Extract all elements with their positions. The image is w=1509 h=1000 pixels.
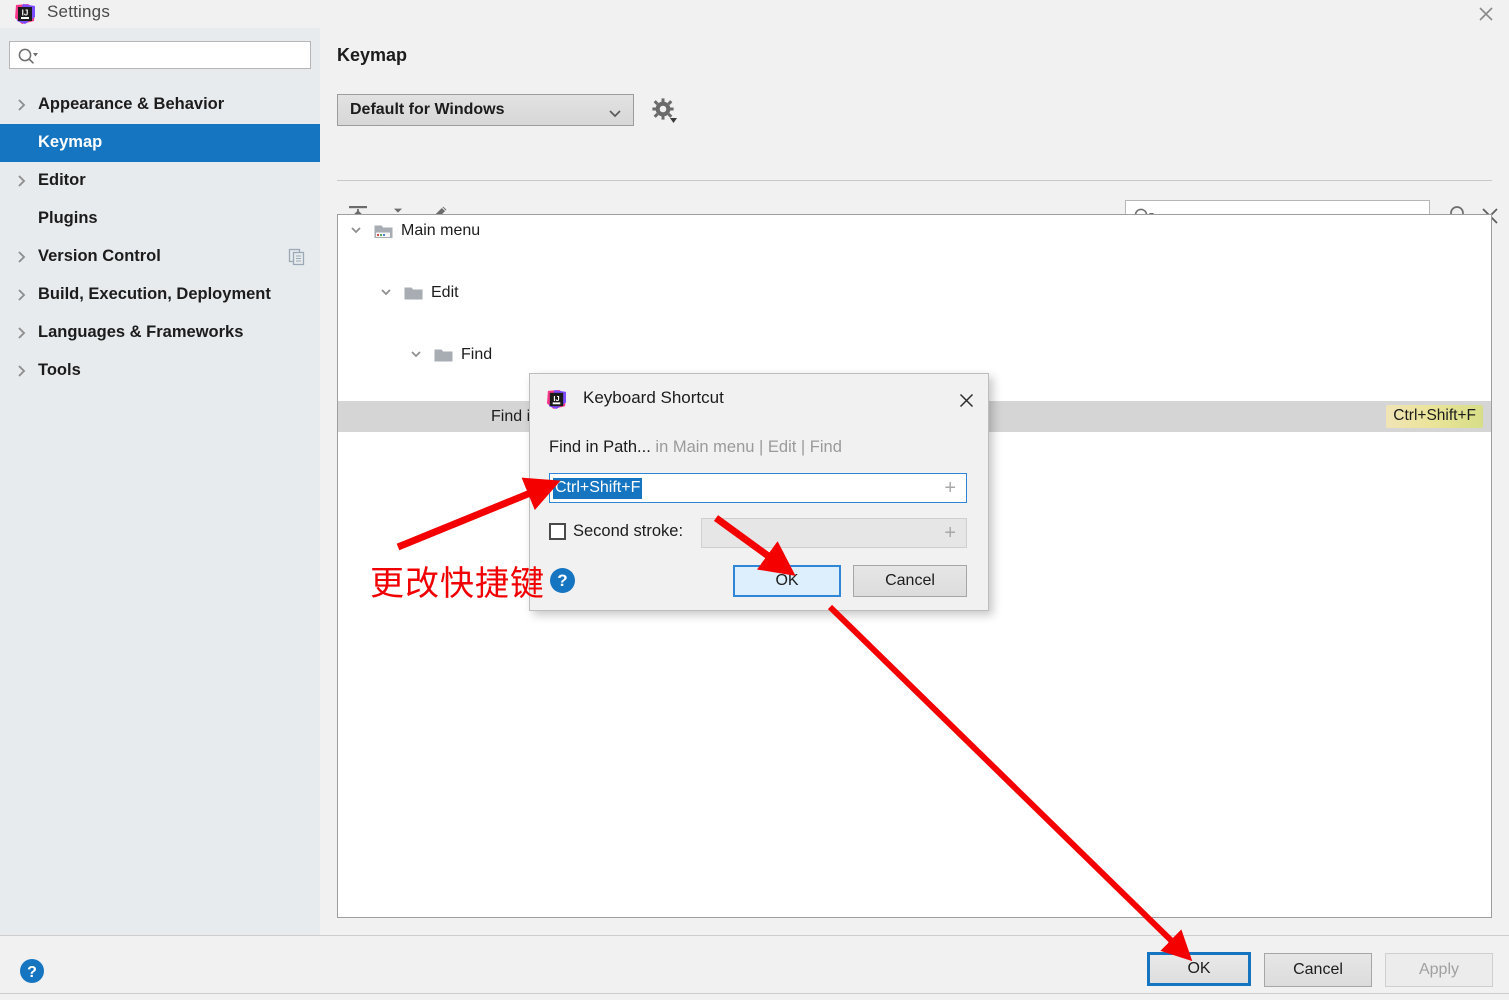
tree-row[interactable]: Find	[338, 339, 1491, 370]
dialog-cancel-button[interactable]: Cancel	[853, 565, 967, 597]
second-stroke-row: Second stroke: +	[549, 518, 967, 548]
page-title: Keymap	[337, 45, 408, 65]
svg-text:IJ: IJ	[553, 394, 559, 403]
first-stroke-field[interactable]: Ctrl+Shift+F +	[549, 473, 967, 503]
window-title-bar: IJ Settings	[0, 0, 1509, 28]
apply-button: Apply	[1385, 953, 1493, 987]
sidebar-search-box[interactable]	[9, 41, 311, 69]
svg-text:IJ: IJ	[22, 9, 29, 18]
sidebar-item-label: Tools	[38, 361, 81, 379]
main-menu-icon	[374, 223, 393, 238]
clipped-bottom-row	[0, 993, 1509, 1000]
folder-icon	[404, 286, 423, 301]
sidebar-item-version-control[interactable]: Version Control	[0, 238, 320, 276]
sidebar-item-appearance-behavior[interactable]: Appearance & Behavior	[0, 86, 320, 124]
keymap-select[interactable]: Default for Windows	[337, 94, 634, 126]
second-stroke-checkbox[interactable]	[549, 523, 566, 540]
chevron-right-icon	[17, 98, 27, 112]
section-divider	[337, 180, 1492, 181]
first-stroke-value: Ctrl+Shift+F	[553, 478, 643, 499]
sidebar-item-label: Languages & Frameworks	[38, 323, 244, 341]
chevron-down-icon	[608, 106, 622, 124]
sidebar-item-keymap[interactable]: Keymap	[0, 124, 320, 162]
sidebar-item-label: Editor	[38, 171, 86, 189]
dialog-action-description: Find in Path... in Main menu | Edit | Fi…	[549, 438, 842, 457]
intellij-idea-logo-icon: IJ	[14, 3, 36, 25]
second-stroke-field: +	[701, 518, 967, 548]
sidebar-item-build-execution-deployment[interactable]: Build, Execution, Deployment	[0, 276, 320, 314]
sidebar-item-editor[interactable]: Editor	[0, 162, 320, 200]
window-title: Settings	[47, 2, 111, 21]
chevron-down-icon[interactable]	[409, 347, 423, 361]
dialog-title: Keyboard Shortcut	[583, 388, 724, 407]
dialog-action-context: in Main menu | Edit | Find	[655, 438, 842, 456]
chevron-down-icon[interactable]	[379, 285, 393, 299]
chevron-right-icon	[17, 326, 27, 340]
chevron-right-icon	[17, 288, 27, 302]
sidebar-item-tools[interactable]: Tools	[0, 352, 320, 390]
tree-row-label: Edit	[431, 283, 459, 301]
sidebar-item-plugins[interactable]: Plugins	[0, 200, 320, 238]
tree-row[interactable]: Edit	[338, 277, 1491, 308]
keyboard-shortcut-dialog: IJ Keyboard Shortcut Find in Path... in …	[529, 373, 989, 611]
ok-button[interactable]: OK	[1147, 952, 1251, 986]
plus-icon[interactable]: +	[944, 478, 956, 498]
shortcut-badge: Ctrl+Shift+F	[1386, 405, 1483, 428]
chevron-down-icon[interactable]	[349, 223, 363, 237]
sidebar-item-label: Version Control	[38, 247, 161, 265]
sidebar-item-label: Appearance & Behavior	[38, 95, 225, 113]
dialog-close-button[interactable]	[952, 386, 980, 414]
dialog-ok-button[interactable]: OK	[733, 565, 841, 597]
sidebar-search-input[interactable]	[40, 42, 308, 68]
search-icon	[17, 47, 39, 70]
chevron-right-icon	[17, 364, 27, 378]
tree-row-label: Find	[461, 345, 493, 363]
sidebar-item-label: Build, Execution, Deployment	[38, 285, 271, 303]
help-question-icon[interactable]: ?	[18, 957, 46, 985]
settings-sidebar: Appearance & Behavior Keymap Editor Plug…	[0, 28, 320, 935]
settings-window: IJ Settings Appearance & Behavior Keymap…	[0, 0, 1509, 1000]
dialog-button-bar: ? OK Cancel Apply	[0, 935, 1509, 993]
sidebar-item-languages-frameworks[interactable]: Languages & Frameworks	[0, 314, 320, 352]
cancel-button[interactable]: Cancel	[1264, 953, 1372, 987]
chevron-right-icon	[17, 174, 27, 188]
svg-text:?: ?	[27, 964, 37, 981]
keymap-select-value: Default for Windows	[350, 101, 505, 118]
copy-icon	[288, 248, 306, 266]
gear-dropdown-icon[interactable]	[650, 96, 680, 126]
dialog-action-name: Find in Path...	[549, 438, 651, 456]
plus-icon: +	[944, 522, 956, 544]
chevron-right-icon	[17, 250, 27, 264]
second-stroke-label: Second stroke:	[573, 522, 684, 540]
sidebar-item-label: Plugins	[38, 209, 98, 227]
tree-row[interactable]: Main menu	[338, 215, 1491, 246]
tree-row-label: Main menu	[401, 221, 481, 239]
sidebar-item-label: Keymap	[38, 133, 103, 151]
intellij-idea-logo-icon: IJ	[546, 389, 567, 410]
folder-icon	[434, 348, 453, 363]
window-close-button[interactable]	[1463, 0, 1509, 28]
